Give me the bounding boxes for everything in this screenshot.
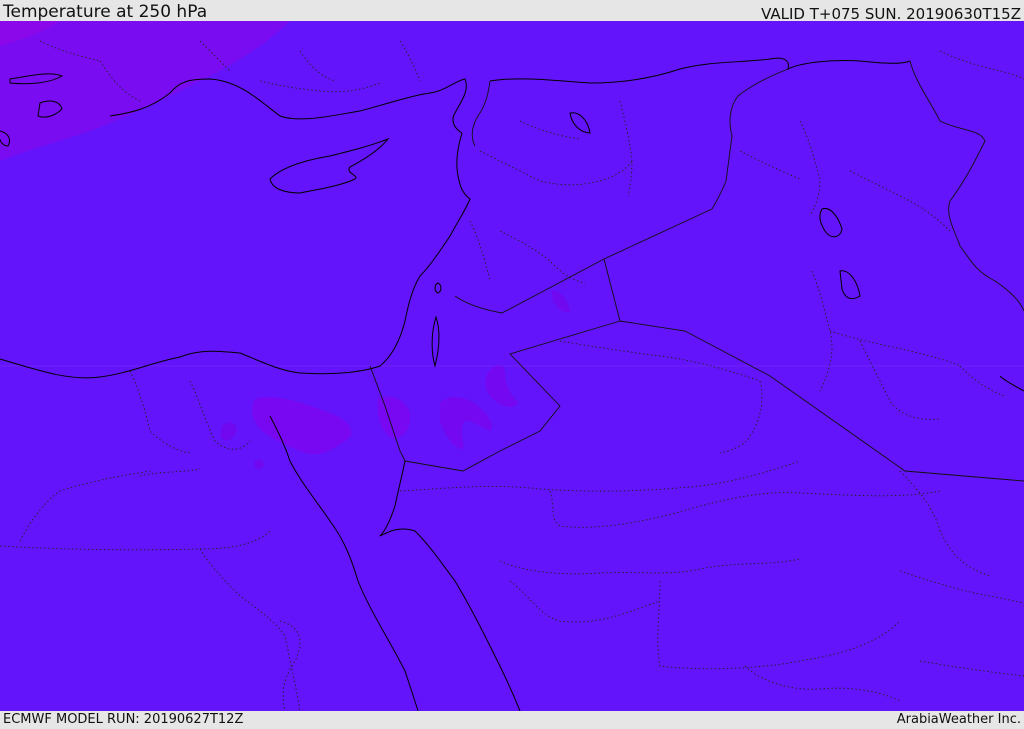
map-title: Temperature at 250 hPa	[3, 2, 208, 22]
map-canvas	[0, 21, 1024, 711]
map-footer: ECMWF MODEL RUN: 20190627T12Z ArabiaWeat…	[0, 711, 1024, 729]
temperature-map	[0, 21, 1024, 711]
map-header: Temperature at 250 hPa VALID T+075 SUN. …	[0, 0, 1024, 23]
warm-patch-egypt-2	[254, 459, 264, 469]
model-run: ECMWF MODEL RUN: 20190627T12Z	[3, 712, 244, 727]
provider-credit: ArabiaWeather Inc.	[896, 712, 1021, 727]
